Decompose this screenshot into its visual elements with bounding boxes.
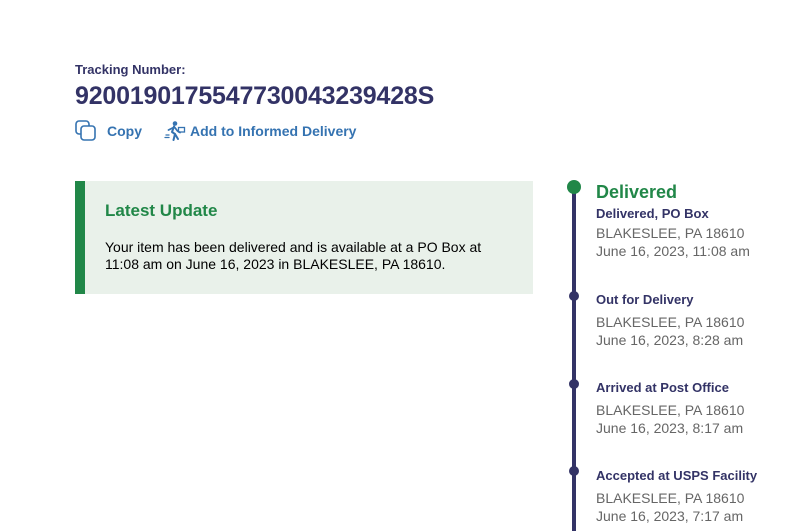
latest-update-body: Your item has been delivered and is avai… (105, 239, 482, 272)
event-datetime: June 16, 2023, 7:17 am (596, 508, 744, 524)
timeline-line (572, 190, 576, 531)
event-datetime: June 16, 2023, 8:17 am (596, 420, 744, 436)
timeline-event: Arrived at Post Office BLAKESLEE, PA 186… (596, 380, 744, 437)
event-location: BLAKESLEE, PA 18610 (596, 490, 745, 506)
add-to-informed-delivery-link[interactable]: Add to Informed Delivery (142, 120, 356, 142)
latest-update-title: Latest Update (105, 201, 218, 220)
timeline-dot (569, 466, 579, 476)
copy-label: Copy (107, 123, 142, 139)
tracking-number-label: Tracking Number: (75, 62, 186, 77)
tracking-actions: Copy Add to Informed Delivery (75, 120, 356, 142)
informed-delivery-label: Add to Informed Delivery (190, 123, 357, 139)
event-status: Accepted at USPS Facility (596, 468, 758, 483)
current-status-detail: Delivered, PO Box (596, 206, 709, 221)
copy-icon (75, 120, 97, 142)
event-status: Arrived at Post Office (596, 380, 729, 395)
current-status-dot (567, 180, 581, 194)
mail-carrier-icon (164, 120, 186, 142)
event-location: BLAKESLEE, PA 18610 (596, 402, 745, 418)
timeline-dot (569, 379, 579, 389)
timeline-event: Out for Delivery BLAKESLEE, PA 18610 Jun… (596, 292, 744, 349)
current-status-headline: Delivered (596, 182, 678, 202)
tracking-number: 9200190175547730043239428S (75, 82, 435, 110)
event-datetime: June 16, 2023, 11:08 am (596, 243, 750, 259)
timeline-event-current: Delivered Delivered, PO Box BLAKESLEE, P… (596, 182, 750, 260)
latest-update-card: Latest Update Your item has been deliver… (75, 181, 533, 294)
timeline-dot (569, 291, 579, 301)
tracking-timeline: Delivered Delivered, PO Box BLAKESLEE, P… (560, 180, 795, 531)
event-status: Out for Delivery (596, 292, 694, 307)
event-location: BLAKESLEE, PA 18610 (596, 314, 745, 330)
copy-button[interactable]: Copy (75, 120, 142, 142)
event-location: BLAKESLEE, PA 18610 (596, 225, 745, 241)
timeline-event: Accepted at USPS Facility BLAKESLEE, PA … (596, 468, 757, 525)
event-datetime: June 16, 2023, 8:28 am (596, 332, 744, 348)
